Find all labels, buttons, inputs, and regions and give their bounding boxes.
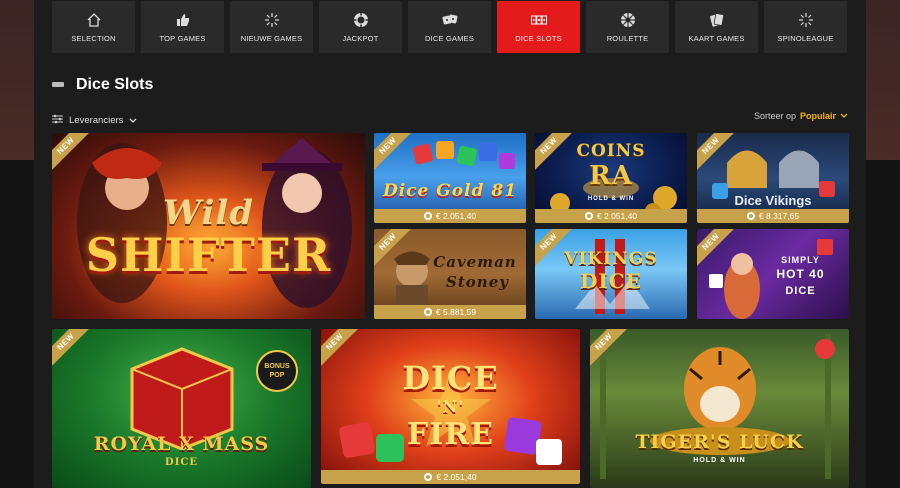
nav-label: JACKPOT — [342, 33, 379, 43]
game-title-line2: SHIFTER — [85, 228, 332, 282]
jackpot-amount: € 2.051,40 — [596, 211, 638, 221]
roulette-icon — [620, 12, 636, 28]
game-tile-simply-hot-40-dice[interactable]: SIMPLY HOT 40 DICE NEW — [697, 229, 849, 319]
sparkle-icon — [798, 12, 814, 28]
nav-item-jackpot[interactable]: JACKPOT — [319, 1, 402, 53]
filter-icon — [52, 111, 63, 129]
nav-label: SELECTION — [71, 33, 116, 43]
game-title-line1: ROYAL X MASS — [93, 433, 270, 455]
game-title-line1: Wild — [162, 193, 255, 233]
game-title: TIGER'S LUCK — [635, 431, 804, 453]
sparkle-icon — [264, 12, 280, 28]
cards-icon — [709, 12, 725, 28]
jackpot-coin-icon — [423, 212, 432, 220]
bonus-pop-badge: BONUS POP — [264, 363, 290, 379]
nav-label: TOP GAMES — [159, 33, 206, 43]
sort-value: Populair — [799, 111, 836, 121]
jackpot-coin-icon — [424, 473, 433, 481]
jackpot-amount: € 5.881,59 — [435, 307, 477, 317]
jackpot-coin-icon — [584, 212, 593, 220]
jackpot-amount: € 2.051,40 — [436, 472, 477, 482]
sort-label: Sorteer op — [753, 111, 796, 121]
game-tile-caveman-stoney[interactable]: Caveman Stoney NEW € 5.881,59 — [374, 229, 526, 319]
game-tile-coins-of-ra[interactable]: COINS RA HOLD & WIN NEW € 2.051,40 — [535, 133, 687, 223]
nav-label: DICE GAMES — [424, 33, 475, 43]
nav-label: DICE SLOTS — [515, 33, 562, 43]
jackpot-coin-icon — [746, 212, 755, 220]
game-title: Dice Gold 81 — [382, 181, 518, 201]
nav-item-roulette[interactable]: ROULETTE — [586, 1, 669, 53]
nav-item-nieuwe-games[interactable]: NIEUWE GAMES — [230, 1, 313, 53]
game-title: Dice Vikings — [734, 193, 812, 208]
nav-item-dice-games[interactable]: DICE GAMES — [408, 1, 491, 53]
nav-label: NIEUWE GAMES — [240, 33, 303, 43]
jackpot-bar: € 2.051,40 — [374, 209, 526, 223]
game-tile-tigers-luck[interactable]: TIGER'S LUCK HOLD & WIN NEW — [590, 329, 849, 488]
nav-label: ROULETTE — [606, 33, 649, 43]
home-icon — [86, 12, 102, 28]
game-subtitle: HOLD & WIN — [693, 457, 746, 464]
thumbs-up-icon — [175, 12, 191, 28]
jackpot-bar: € 2.051,40 — [535, 209, 687, 223]
jackpot-amount: € 8.317,65 — [758, 211, 800, 221]
game-title-line2: Stoney — [446, 273, 509, 291]
nav-item-kaart-games[interactable]: KAART GAMES — [675, 1, 758, 53]
game-title-line1: Caveman — [433, 253, 517, 271]
jackpot-bar: € 8.317,65 — [697, 209, 849, 223]
game-title-line2: HOT 40 — [776, 267, 825, 281]
slot-machine-icon — [52, 82, 64, 88]
filter-label: Leveranciers — [69, 114, 124, 126]
provider-filter[interactable]: Leveranciers — [52, 111, 137, 129]
slot-reels-icon — [530, 12, 547, 28]
game-tile-wild-shifter[interactable]: Wild SHIFTER NEW — [52, 133, 365, 319]
background-right-banner — [866, 0, 900, 160]
jackpot-bar: € 5.881,59 — [374, 305, 526, 319]
page-title: Dice Slots — [76, 76, 154, 93]
game-title-line3: FIRE — [406, 417, 495, 452]
sort-dropdown[interactable]: Sorteer op Populair — [754, 111, 848, 121]
jackpot-amount: € 2.051,40 — [435, 211, 477, 221]
jackpot-coin-icon — [423, 308, 432, 316]
chevron-down-icon — [129, 111, 137, 129]
tiger-art — [600, 334, 835, 479]
game-tile-dice-gold-81[interactable]: Dice Gold 81 NEW € 2.051,40 — [374, 133, 526, 223]
nav-label: SPINOLEAGUE — [777, 33, 834, 43]
game-tile-dice-vikings[interactable]: Dice Vikings NEW € 8.317,65 — [697, 133, 849, 223]
nav-item-top-games[interactable]: TOP GAMES — [141, 1, 224, 53]
game-tile-royal-xmass-dice[interactable]: BONUS POP ROYAL X MASS DICE NEW — [52, 329, 311, 488]
game-subtitle: HOLD & WIN — [587, 196, 635, 202]
game-title-line3: DICE — [785, 285, 816, 297]
game-title-line1: VIKINGS — [564, 249, 658, 269]
background-left-banner — [0, 0, 34, 160]
game-tile-vikings-dice[interactable]: VIKINGS DICE NEW — [535, 229, 687, 319]
game-title-line1: SIMPLY — [781, 255, 820, 265]
nav-item-spinoleague[interactable]: SPINOLEAGUE — [764, 1, 847, 53]
nav-item-dice-slots[interactable]: DICE SLOTS — [497, 1, 580, 53]
game-tile-dice-n-fire[interactable]: DICE 'N' FIRE NEW € 2.051,40 — [321, 329, 580, 484]
game-title-line1: DICE — [402, 359, 499, 397]
game-title-line2: RA — [589, 161, 633, 191]
game-title-line2: DICE — [580, 269, 642, 293]
nav-item-selection[interactable]: SELECTION — [52, 1, 135, 53]
category-nav: SELECTION TOP GAMES NIEUWE GAMES JACKPOT… — [52, 1, 847, 53]
game-title-line2: DICE — [165, 457, 198, 468]
game-title-line2: 'N' — [436, 397, 465, 416]
chevron-down-icon — [840, 111, 848, 121]
main-content: SELECTION TOP GAMES NIEUWE GAMES JACKPOT… — [34, 0, 866, 488]
jackpot-bar: € 2.051,40 — [321, 470, 580, 484]
chip-icon — [353, 12, 369, 28]
nav-label: KAART GAMES — [688, 33, 745, 43]
section-header: Dice Slots — [52, 76, 153, 94]
dice-icon — [442, 12, 458, 28]
